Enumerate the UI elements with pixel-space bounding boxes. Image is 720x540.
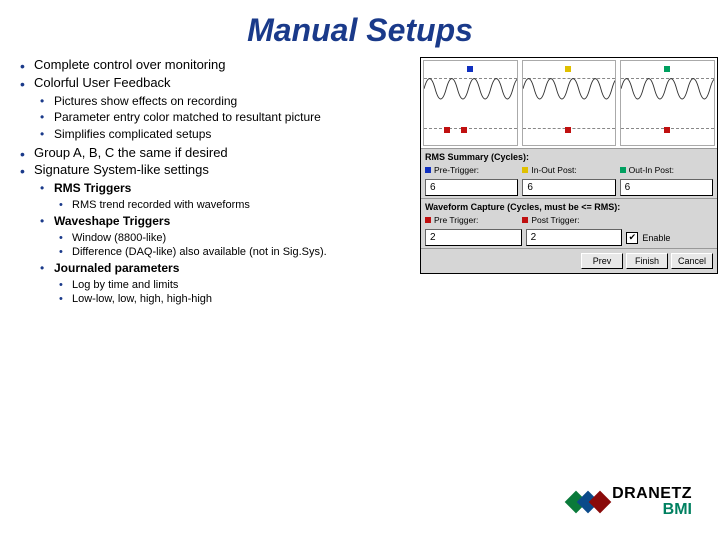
bullet-text: Waveshape Triggers bbox=[54, 214, 170, 228]
legend-out-in: Out-In Post: bbox=[620, 165, 713, 175]
bullet-item: Group A, B, C the same if desired bbox=[14, 145, 414, 162]
out-in-post-input[interactable]: 6 bbox=[620, 179, 713, 196]
wave-post-trigger-input[interactable]: 2 bbox=[526, 229, 623, 246]
finish-button[interactable]: Finish bbox=[626, 253, 668, 269]
bullet-text: Journaled parameters bbox=[54, 261, 179, 275]
bullet-item: Difference (DAQ-like) also available (no… bbox=[56, 245, 414, 259]
bullet-item: Colorful User Feedback Pictures show eff… bbox=[14, 75, 414, 143]
logo-icon bbox=[568, 494, 604, 510]
legend-pre-trigger-2: Pre Trigger: bbox=[425, 215, 518, 225]
plot-area bbox=[421, 58, 717, 148]
bullet-item: Window (8800-like) bbox=[56, 231, 414, 245]
bullet-item: Pictures show effects on recording bbox=[36, 94, 414, 110]
cancel-button[interactable]: Cancel bbox=[671, 253, 713, 269]
slide-title: Manual Setups bbox=[0, 0, 720, 57]
legend-pre-trigger: Pre-Trigger: bbox=[425, 165, 518, 175]
bullet-item: Parameter entry color matched to resulta… bbox=[36, 110, 414, 126]
screenshot-panel: RMS Summary (Cycles): Pre-Trigger: In-Ou… bbox=[420, 57, 718, 274]
enable-checkbox[interactable]: ✔ bbox=[626, 232, 638, 244]
enable-label: Enable bbox=[642, 233, 670, 243]
logo: DRANETZ BMI bbox=[568, 486, 692, 518]
bullet-item: RMS trend recorded with waveforms bbox=[56, 198, 414, 212]
bullet-list: Complete control over monitoring Colorfu… bbox=[14, 57, 414, 309]
logo-text-bottom: BMI bbox=[612, 502, 692, 518]
in-out-post-input[interactable]: 6 bbox=[522, 179, 615, 196]
wave-pre-trigger-input[interactable]: 2 bbox=[425, 229, 522, 246]
prev-button[interactable]: Prev bbox=[581, 253, 623, 269]
bullet-item: Complete control over monitoring bbox=[14, 57, 414, 74]
legend-in-out: In-Out Post: bbox=[522, 165, 615, 175]
wave-section-label: Waveform Capture (Cycles, must be <= RMS… bbox=[421, 198, 717, 213]
legend-post-trigger: Post Trigger: bbox=[522, 215, 615, 225]
bullet-text: Signature System-like settings bbox=[34, 162, 209, 177]
bullet-item: Simplifies complicated setups bbox=[36, 127, 414, 143]
bullet-text: Colorful User Feedback bbox=[34, 75, 171, 90]
bullet-item: Log by time and limits bbox=[56, 278, 414, 292]
bullet-item: Waveshape Triggers Window (8800-like) Di… bbox=[36, 214, 414, 259]
bullet-item: Journaled parameters Log by time and lim… bbox=[36, 261, 414, 306]
rms-section-label: RMS Summary (Cycles): bbox=[421, 148, 717, 163]
pre-trigger-input[interactable]: 6 bbox=[425, 179, 518, 196]
logo-text-top: DRANETZ bbox=[612, 486, 692, 502]
plot-right bbox=[620, 60, 715, 146]
bullet-item: Signature System-like settings RMS Trigg… bbox=[14, 162, 414, 306]
plot-left bbox=[423, 60, 518, 146]
bullet-text: RMS Triggers bbox=[54, 181, 131, 195]
bullet-item: Low-low, low, high, high-high bbox=[56, 292, 414, 306]
bullet-item: RMS Triggers RMS trend recorded with wav… bbox=[36, 181, 414, 212]
plot-middle bbox=[522, 60, 617, 146]
